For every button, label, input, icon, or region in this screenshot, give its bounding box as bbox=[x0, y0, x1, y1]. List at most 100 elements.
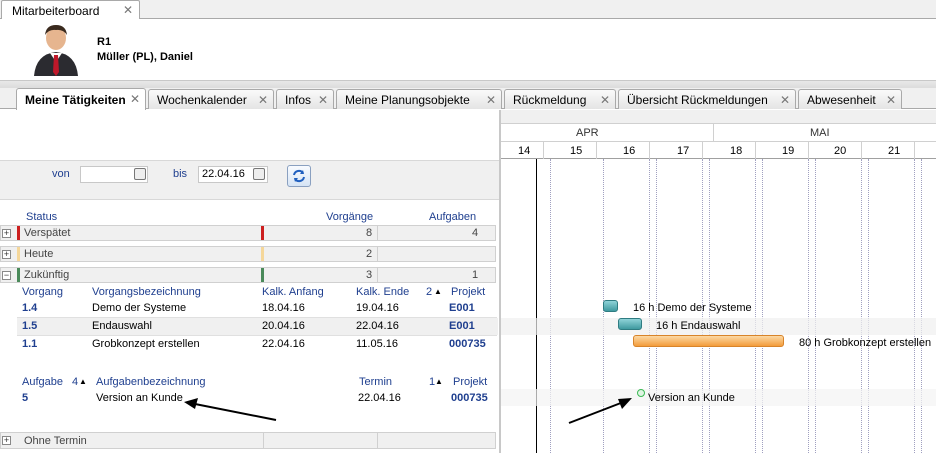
tab-label: Mitarbeiterboard bbox=[12, 3, 100, 18]
gantt-week-header bbox=[500, 142, 936, 159]
col-header-termin[interactable]: Termin bbox=[359, 376, 392, 388]
vorgang-start: 20.04.16 bbox=[262, 320, 305, 332]
close-icon[interactable]: ✕ bbox=[130, 92, 140, 106]
aufgaben-header: Aufgaben bbox=[429, 211, 477, 223]
col-header-kalk-anfang[interactable]: Kalk. Anfang bbox=[262, 286, 324, 298]
vorgang-projekt[interactable]: E001 bbox=[449, 302, 475, 314]
tab-label: Meine Planungsobjekte bbox=[345, 92, 470, 107]
week-divider bbox=[808, 142, 809, 159]
gantt-bar[interactable] bbox=[633, 335, 784, 347]
vorgang-end: 22.04.16 bbox=[356, 320, 399, 332]
expand-icon[interactable]: + bbox=[2, 250, 11, 259]
week-label: 14 bbox=[518, 145, 531, 157]
week-divider bbox=[596, 142, 597, 159]
vorgang-projekt[interactable]: 000735 bbox=[449, 338, 486, 350]
status-row-verspaetet[interactable] bbox=[0, 225, 496, 241]
aufgabe-projekt[interactable]: 000735 bbox=[451, 392, 488, 404]
tab-label: Abwesenheit bbox=[807, 92, 876, 107]
tab-uebersicht-rueckmeldungen[interactable]: Übersicht Rückmeldungen ✕ bbox=[618, 89, 796, 109]
col-header-aufgabenbezeichnung[interactable]: Aufgabenbezeichnung bbox=[96, 376, 205, 388]
status-color-marker bbox=[17, 226, 20, 240]
week-label: 16 bbox=[623, 145, 636, 157]
vorgaenge-count: 3 bbox=[366, 269, 373, 281]
tab-meine-planungsobjekte[interactable]: Meine Planungsobjekte ✕ bbox=[336, 89, 502, 109]
cell-divider bbox=[377, 225, 378, 241]
close-icon[interactable]: ✕ bbox=[318, 93, 328, 107]
status-color-marker bbox=[17, 268, 20, 282]
sort-order-number: 4 bbox=[72, 376, 79, 388]
tab-rueckmeldung[interactable]: Rückmeldung ✕ bbox=[504, 89, 616, 109]
close-icon[interactable]: ✕ bbox=[780, 93, 790, 107]
grid-line bbox=[762, 159, 763, 453]
close-icon[interactable]: ✕ bbox=[486, 93, 496, 107]
close-icon[interactable]: ✕ bbox=[123, 3, 133, 17]
sort-asc-icon: ▲ bbox=[434, 287, 442, 296]
vorgang-name: Endauswahl bbox=[92, 320, 152, 332]
week-label: 18 bbox=[730, 145, 743, 157]
collapse-icon[interactable]: − bbox=[2, 271, 11, 280]
tab-meine-taetigkeiten[interactable]: Meine Tätigkeiten ✕ bbox=[16, 88, 146, 110]
week-label: 20 bbox=[834, 145, 847, 157]
gantt-bar-label: 80 h Grobkonzept erstellen bbox=[799, 337, 932, 349]
col-header-projekt[interactable]: Projekt bbox=[453, 376, 487, 388]
aufgabe-name: Version an Kunde bbox=[96, 392, 183, 404]
vorgang-name: Demo der Systeme bbox=[92, 302, 187, 314]
sort-asc-icon: ▲ bbox=[79, 377, 87, 386]
table-row[interactable] bbox=[17, 299, 498, 316]
status-color-marker bbox=[17, 247, 20, 261]
annotation-arrow bbox=[184, 398, 277, 421]
week-label: 17 bbox=[677, 145, 690, 157]
aufgaben-count: 1 bbox=[472, 269, 479, 281]
week-divider bbox=[649, 142, 650, 159]
calendar-icon[interactable] bbox=[134, 168, 146, 180]
col-header-kalk-ende[interactable]: Kalk. Ende bbox=[356, 286, 409, 298]
col-header-projekt[interactable]: Projekt bbox=[451, 286, 485, 298]
tab-wochenkalender[interactable]: Wochenkalender ✕ bbox=[148, 89, 274, 109]
grid-line bbox=[550, 159, 551, 453]
col-header-vorgangsbezeichnung[interactable]: Vorgangsbezeichnung bbox=[92, 286, 201, 298]
col-header-vorgang[interactable]: Vorgang bbox=[22, 286, 63, 298]
gantt-bar[interactable] bbox=[618, 318, 642, 330]
week-divider bbox=[543, 142, 544, 159]
cell-divider bbox=[377, 246, 378, 262]
vorgaenge-count: 2 bbox=[366, 248, 373, 260]
vorgaenge-count: 8 bbox=[366, 227, 373, 239]
col-header-aufgabe[interactable]: Aufgabe bbox=[22, 376, 63, 388]
vorgang-end: 11.05.16 bbox=[356, 338, 399, 350]
gantt-month-header bbox=[500, 124, 936, 142]
tab-infos[interactable]: Infos ✕ bbox=[276, 89, 334, 109]
resource-name: Müller (PL), Daniel bbox=[97, 51, 193, 63]
tab-abwesenheit[interactable]: Abwesenheit ✕ bbox=[798, 89, 902, 109]
close-icon[interactable]: ✕ bbox=[600, 93, 610, 107]
table-row[interactable] bbox=[17, 318, 498, 335]
grid-line bbox=[914, 159, 915, 453]
tab-label: Rückmeldung bbox=[513, 92, 587, 107]
status-row-zukuenftig[interactable] bbox=[0, 267, 496, 283]
milestone-marker[interactable] bbox=[637, 389, 645, 397]
tab-mitarbeiterboard[interactable]: Mitarbeiterboard ✕ bbox=[1, 0, 140, 20]
vorgang-id: 1.5 bbox=[22, 320, 38, 332]
refresh-button[interactable] bbox=[287, 165, 311, 187]
table-row[interactable] bbox=[17, 336, 498, 353]
expand-icon[interactable]: + bbox=[2, 436, 11, 445]
vorgang-projekt[interactable]: E001 bbox=[449, 320, 475, 332]
vorgang-name: Grobkonzept erstellen bbox=[92, 338, 200, 350]
cell-divider bbox=[377, 432, 378, 448]
top-tab-strip bbox=[0, 0, 936, 19]
status-label: Verspätet bbox=[24, 227, 71, 239]
week-label: 21 bbox=[888, 145, 901, 157]
resource-code: R1 bbox=[97, 36, 112, 48]
status-row-heute[interactable] bbox=[0, 246, 496, 262]
grid-line bbox=[755, 159, 756, 453]
close-icon[interactable]: ✕ bbox=[258, 93, 268, 107]
status-label: Heute bbox=[24, 248, 54, 260]
calendar-icon[interactable] bbox=[253, 168, 265, 180]
expand-icon[interactable]: + bbox=[2, 229, 11, 238]
week-label: 19 bbox=[782, 145, 795, 157]
vorgang-start: 22.04.16 bbox=[262, 338, 305, 350]
close-icon[interactable]: ✕ bbox=[886, 93, 896, 107]
status-label: Zukünftig bbox=[24, 269, 70, 281]
cell-divider bbox=[377, 267, 378, 283]
panel-splitter[interactable] bbox=[499, 110, 501, 453]
gantt-bar[interactable] bbox=[603, 300, 618, 312]
